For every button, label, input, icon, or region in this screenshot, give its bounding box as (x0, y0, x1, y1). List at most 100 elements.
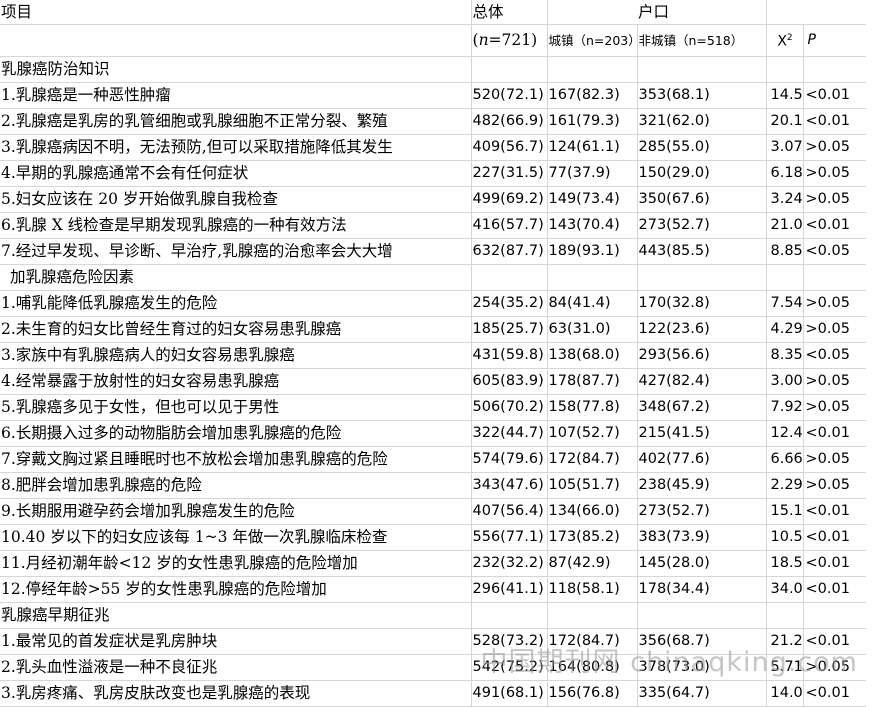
cell-p: <0.01 (803, 576, 866, 603)
header-item: 项目 (0, 0, 472, 25)
cell-item: 5.妇女应该在 20 岁开始做乳腺自我检查 (0, 186, 472, 213)
cell-p: >0.05 (803, 160, 866, 187)
cell-rural: 402(77.6) (637, 446, 767, 473)
cell-chi: 8.85 (766, 238, 804, 265)
cell-rural: 350(67.6) (637, 186, 767, 213)
section-blank-cell (471, 264, 548, 291)
cell-urban: 156(76.8) (547, 680, 638, 707)
cell-total: 542(75.2) (471, 654, 548, 681)
table-row: 12.停经年龄>55 岁的女性患乳腺癌的危险增加 296(41.1) 118(58.… (0, 576, 866, 603)
cell-rural: 348(67.2) (637, 394, 767, 421)
table-row: 7.穿戴文胸过紧且睡眠时也不放松会增加患乳腺癌的危险 574(79.6) 172(8… (0, 446, 866, 473)
cell-total: 416(57.7) (471, 212, 548, 239)
table-row: 9.长期服用避孕药会增加乳腺癌发生的危险 407(56.4) 134(66.0) 27… (0, 498, 866, 525)
header-total-n: (n=721) (471, 24, 548, 57)
cell-p: <0.01 (803, 628, 866, 655)
section-row: 乳腺癌防治知识 (0, 56, 866, 83)
table-row: 1.哺乳能降低乳腺癌发生的危险 254(35.2) 84(41.4) 170(32.8… (0, 290, 866, 317)
cell-p: >0.05 (803, 186, 866, 213)
cell-p: >0.05 (803, 654, 866, 681)
cell-p: >0.05 (803, 134, 866, 161)
cell-total: 431(59.8) (471, 342, 548, 369)
cell-total: 409(56.7) (471, 134, 548, 161)
cell-item: 7.穿戴文胸过紧且睡眠时也不放松会增加患乳腺癌的危险 (0, 446, 472, 473)
cell-item: 12.停经年龄>55 岁的女性患乳腺癌的危险增加 (0, 576, 472, 603)
cell-chi: 2.29 (766, 472, 804, 499)
cell-p: >0.05 (803, 394, 866, 421)
cell-chi: 18.54 (766, 550, 804, 577)
header-urban: 城镇（n=203） (547, 24, 638, 57)
cell-total: 482(66.9) (471, 108, 548, 135)
section-blank-cell (637, 602, 767, 629)
section-blank-cell (637, 56, 767, 83)
cell-urban: 107(52.7) (547, 420, 638, 447)
cell-item: 1.哺乳能降低乳腺癌发生的危险 (0, 290, 472, 317)
cell-item: 10.40 岁以下的妇女应该每 1~3 年做一次乳腺临床检查 (0, 524, 472, 551)
cell-urban: 138(68.0) (547, 342, 638, 369)
cell-chi: 14.04 (766, 680, 804, 707)
cell-urban: 158(77.8) (547, 394, 638, 421)
section-blank-cell (547, 56, 638, 83)
cell-rural: 273(52.7) (637, 212, 767, 239)
cell-chi: 12.44 (766, 420, 804, 447)
cell-p: <0.05 (803, 238, 866, 265)
cell-rural: 238(45.9) (637, 472, 767, 499)
table-row: 4.早期的乳腺癌通常不会有任何症状 227(31.5) 77(37.9) 150(29… (0, 160, 866, 187)
cell-rural: 145(28.0) (637, 550, 767, 577)
table-row: 7.经过早发现、早诊断、早治疗,乳腺癌的治愈率会大大增 632(87.7) 189(… (0, 238, 866, 265)
table-row: 6.长期摄入过多的动物脂肪会增加患乳腺癌的危险 322(44.7) 107(52.7… (0, 420, 866, 447)
cell-rural: 285(55.0) (637, 134, 767, 161)
cell-chi: 14.56 (766, 82, 804, 109)
cell-total: 574(79.6) (471, 446, 548, 473)
chi-letter: X (777, 33, 787, 50)
cell-item: 3.乳房疼痛、乳房皮肤改变也是乳腺癌的表现 (0, 680, 472, 707)
header-total: 总体 (471, 0, 548, 25)
cell-total: 632(87.7) (471, 238, 548, 265)
cell-total: 407(56.4) (471, 498, 548, 525)
cell-urban: 173(85.2) (547, 524, 638, 551)
cell-chi: 7.54 (766, 290, 804, 317)
cell-urban: 178(87.7) (547, 368, 638, 395)
section-blank-cell (803, 264, 866, 291)
table-row: 5.妇女应该在 20 岁开始做乳腺自我检查 499(69.2) 149(73.4) 3… (0, 186, 866, 213)
cell-item: 6.乳腺 X 线检查是早期发现乳腺癌的一种有效方法 (0, 212, 472, 239)
table-row: 2.乳腺癌是乳房的乳管细胞或乳腺细胞不正常分裂、繁殖 482(66.9) 161(7… (0, 108, 866, 135)
cell-item: 2.未生育的妇女比曾经生育过的妇女容易患乳腺癌 (0, 316, 472, 343)
cell-urban: 77(37.9) (547, 160, 638, 187)
table-row: 1.最常见的首发症状是乳房肿块 528(73.2) 172(84.7) 356(68.… (0, 628, 866, 655)
table-row: 2.未生育的妇女比曾经生育过的妇女容易患乳腺癌 185(25.7) 63(31.0)… (0, 316, 866, 343)
cell-chi: 4.29 (766, 316, 804, 343)
table-row: 1.乳腺癌是一种恶性肿瘤 520(72.1) 167(82.3) 353(68.1) 1… (0, 82, 866, 109)
table-row: 6.乳腺 X 线检查是早期发现乳腺癌的一种有效方法 416(57.7) 143(70… (0, 212, 866, 239)
cell-item: 7.经过早发现、早诊断、早治疗,乳腺癌的治愈率会大大增 (0, 238, 472, 265)
cell-item: 1.最常见的首发症状是乳房肿块 (0, 628, 472, 655)
cell-chi: 20.10 (766, 108, 804, 135)
cell-urban: 124(61.1) (547, 134, 638, 161)
cell-rural: 178(34.4) (637, 576, 767, 603)
table-row: 4.经常暴露于放射性的妇女容易患乳腺癌 605(83.9) 178(87.7) 427… (0, 368, 866, 395)
cell-rural: 150(29.0) (637, 160, 767, 187)
header-p: P (803, 24, 866, 57)
cell-total: 227(31.5) (471, 160, 548, 187)
cell-chi: 15.19 (766, 498, 804, 525)
cell-item: 9.长期服用避孕药会增加乳腺癌发生的危险 (0, 498, 472, 525)
cell-chi: 21.02 (766, 212, 804, 239)
cell-p: <0.01 (803, 108, 866, 135)
cell-urban: 105(51.7) (547, 472, 638, 499)
cell-chi: 6.66 (766, 446, 804, 473)
cell-p: >0.05 (803, 472, 866, 499)
cell-item: 3.家族中有乳腺癌病人的妇女容易患乳腺癌 (0, 342, 472, 369)
header-spacer-2 (766, 0, 803, 25)
cell-total: 499(69.2) (471, 186, 548, 213)
cell-chi: 7.92 (766, 394, 804, 421)
cell-urban: 118(58.1) (547, 576, 638, 603)
cell-chi: 3.24 (766, 186, 804, 213)
cell-rural: 170(32.8) (637, 290, 767, 317)
section-blank-cell (803, 56, 866, 83)
cell-p: >0.05 (803, 290, 866, 317)
table-row: 11.月经初潮年龄<12 岁的女性患乳腺癌的危险增加 232(32.2) 87(42… (0, 550, 866, 577)
section-blank-cell (766, 264, 804, 291)
survey-table: 项目 总体 户口 (n=721) 城镇（n=203） 非城镇（n=518） X2… (0, 0, 866, 707)
section-title: 加乳腺癌危险因素 (0, 264, 472, 291)
cell-rural: 321(62.0) (637, 108, 767, 135)
